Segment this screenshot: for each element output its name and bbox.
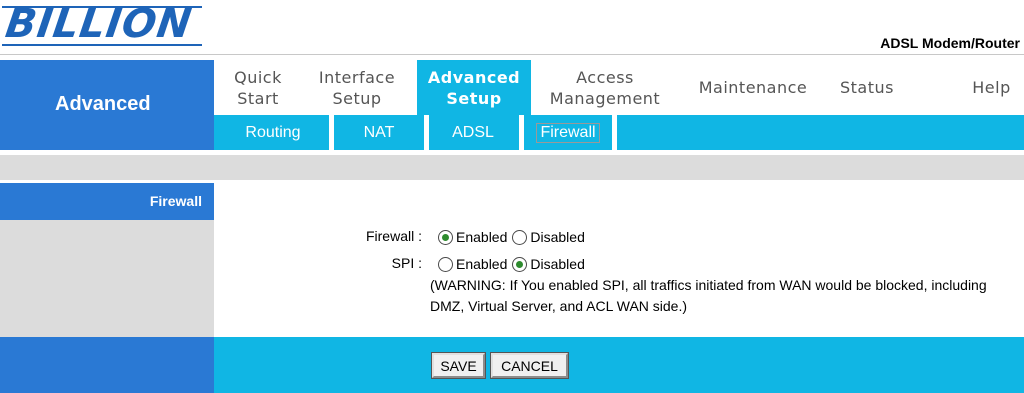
tab-help[interactable]: Help [959, 60, 1024, 115]
left-panel [0, 220, 214, 337]
logo-stripe [2, 44, 202, 46]
cancel-button[interactable]: CANCEL [490, 352, 569, 379]
tab-advanced-setup[interactable]: Advanced Setup [417, 60, 531, 115]
spi-enabled-label[interactable]: Enabled [456, 256, 507, 272]
spi-radio-group: Enabled Disabled [438, 256, 590, 272]
tab-maintenance[interactable]: Maintenance [684, 60, 822, 115]
subtab-firewall[interactable]: Firewall [519, 115, 617, 150]
subtab-routing[interactable]: Routing [224, 115, 322, 150]
footer-left [0, 337, 214, 393]
save-button[interactable]: SAVE [431, 352, 486, 379]
main-nav: Quick Start Interface Setup Advanced Set… [214, 60, 1024, 115]
header-divider [0, 54, 1024, 55]
panel-title: Firewall [0, 183, 214, 220]
billion-logo: BILLION [2, 1, 202, 48]
firewall-radio-group: Enabled Disabled [438, 229, 590, 245]
subtab-adsl[interactable]: ADSL [424, 115, 522, 150]
product-name: ADSL Modem/Router [880, 35, 1020, 51]
spi-warning: (WARNING: If You enabled SPI, all traffi… [430, 277, 987, 314]
spacer-band [0, 155, 1024, 180]
tab-quick-start[interactable]: Quick Start [214, 60, 302, 115]
spi-label: SPI : [391, 255, 422, 271]
logo-text: BILLION [2, 1, 195, 47]
section-title: Advanced [0, 60, 214, 150]
subtab-separator [612, 115, 617, 150]
subtab-nat[interactable]: NAT [330, 115, 428, 150]
spi-disabled-radio[interactable] [512, 256, 528, 272]
firewall-disabled-radio[interactable] [512, 229, 528, 245]
firewall-label: Firewall : [365, 228, 422, 244]
spi-disabled-label[interactable]: Disabled [530, 256, 584, 272]
firewall-enabled-radio[interactable] [438, 229, 453, 245]
firewall-disabled-label[interactable]: Disabled [530, 229, 584, 245]
footer-bar [214, 337, 1024, 393]
spi-enabled-radio[interactable] [438, 256, 453, 272]
tab-access-management[interactable]: Access Management [536, 60, 674, 115]
sub-nav: Routing NAT ADSL Firewall [214, 115, 1024, 150]
tab-interface-setup[interactable]: Interface Setup [302, 60, 412, 115]
tab-status[interactable]: Status [826, 60, 908, 115]
firewall-enabled-label[interactable]: Enabled [456, 229, 507, 245]
